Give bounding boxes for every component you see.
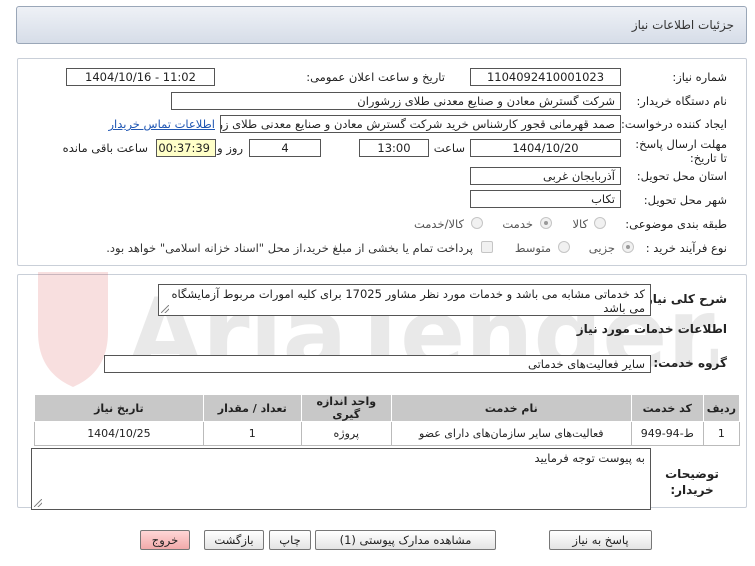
contact-buyer-link[interactable]: اطلاعات تماس خریدار: [108, 117, 215, 131]
resize-handle-icon[interactable]: [34, 499, 42, 507]
process-option-minor: جزیی: [588, 241, 615, 255]
buyer-org-field: شرکت گسترش معادن و صنایع معدنی طلای زرشو…: [171, 92, 621, 110]
col-service-code: کد خدمت: [630, 394, 704, 422]
buyer-notes-textarea: به پیوست توجه فرمایید: [31, 448, 651, 510]
cell-quantity: 1: [202, 421, 302, 446]
need-number-label: شماره نیاز:: [672, 70, 727, 84]
process-label: نوع فرآیند خرید :: [645, 241, 727, 255]
creator-field: صمد قهرمانی قجور کارشناس خرید شرکت گسترش…: [220, 115, 621, 133]
col-need-date: تاریخ نیاز: [34, 394, 204, 422]
page-header: جزئیات اطلاعات نیاز: [16, 6, 747, 44]
city-label: شهر محل تحویل:: [643, 193, 727, 207]
page-title: جزئیات اطلاعات نیاز: [631, 18, 734, 32]
col-row-number: ردیف: [702, 394, 741, 422]
summary-textarea: کد خدماتی مشابه می باشد و خدمات مورد نظر…: [158, 284, 651, 316]
process-radio-minor[interactable]: [622, 241, 634, 253]
remaining-time-field: 00:37:39: [156, 139, 216, 157]
service-group-field: سایر فعالیت‌های خدماتی: [104, 355, 651, 373]
category-radio-goods[interactable]: [594, 217, 606, 229]
col-unit: واحد اندازه گیری: [300, 394, 392, 422]
table-row: 1 ط-94-949 فعالیت‌های سایر سازمان‌های دا…: [34, 421, 741, 446]
view-attachments-button[interactable]: مشاهده مدارک پیوستی (1): [315, 530, 496, 550]
buyer-notes-label: توضیحات خریدار:: [665, 467, 719, 497]
category-radio-service[interactable]: [540, 217, 552, 229]
category-radio-goods-service[interactable]: [471, 217, 483, 229]
deadline-date-field: 1404/10/20: [470, 139, 621, 157]
col-quantity: تعداد / مقدار: [202, 394, 302, 422]
process-radio-medium[interactable]: [558, 241, 570, 253]
province-label: استان محل تحویل:: [636, 169, 727, 183]
summary-label: شرح کلی نیاز:: [641, 292, 727, 306]
resize-handle-icon[interactable]: [161, 305, 169, 313]
back-button[interactable]: بازگشت: [204, 530, 264, 550]
print-button[interactable]: چاپ: [269, 530, 311, 550]
city-field: تکاب: [470, 190, 621, 208]
process-option-medium: متوسط: [514, 241, 551, 255]
cell-row-number: 1: [702, 421, 741, 446]
need-number-field: 1104092410001023: [470, 68, 621, 86]
announce-datetime-label: تاریخ و ساعت اعلان عمومی:: [306, 70, 445, 84]
announce-datetime-field: 1404/10/16 - 11:02: [66, 68, 215, 86]
buyer-notes-text: به پیوست توجه فرمایید: [534, 451, 645, 465]
remaining-time-label: ساعت باقی مانده: [62, 141, 148, 155]
treasury-payment-checkbox[interactable]: [481, 241, 493, 253]
services-heading: اطلاعات خدمات مورد نیاز: [576, 322, 727, 336]
province-field: آذربایجان غربی: [470, 167, 621, 185]
days-label: روز و: [217, 141, 243, 155]
category-option-goods-service: کالا/خدمت: [413, 217, 464, 231]
exit-button[interactable]: خروج: [140, 530, 190, 550]
deadline-time-label: ساعت: [433, 141, 465, 155]
cell-service-code: ط-94-949: [630, 421, 704, 446]
col-service-name: نام خدمت: [390, 394, 632, 422]
cell-unit: پروژه: [300, 421, 392, 446]
table-header-row: ردیف کد خدمت نام خدمت واحد اندازه گیری ت…: [34, 394, 741, 422]
deadline-time-field: 13:00: [359, 139, 429, 157]
reply-button[interactable]: پاسخ به نیاز: [549, 530, 652, 550]
creator-label: ایجاد کننده درخواست:: [621, 117, 727, 131]
buyer-org-label: نام دستگاه خریدار:: [636, 94, 727, 108]
cell-service-name: فعالیت‌های سایر سازمان‌های دارای عضو: [390, 421, 632, 446]
summary-text: کد خدماتی مشابه می باشد و خدمات مورد نظر…: [171, 287, 645, 315]
category-option-goods: کالا: [572, 217, 588, 231]
cell-need-date: 1404/10/25: [34, 421, 204, 446]
remaining-days-field: 4: [249, 139, 321, 157]
services-table: ردیف کد خدمت نام خدمت واحد اندازه گیری ت…: [34, 394, 741, 446]
treasury-payment-note: پرداخت تمام یا بخشی از مبلغ خرید،از محل …: [106, 241, 473, 255]
category-option-service: خدمت: [502, 217, 533, 231]
service-group-label: گروه خدمت:: [653, 356, 727, 370]
category-label: طبقه بندی موضوعی:: [625, 217, 727, 231]
deadline-label: مهلت ارسال پاسخ: تا تاریخ:: [635, 137, 727, 165]
